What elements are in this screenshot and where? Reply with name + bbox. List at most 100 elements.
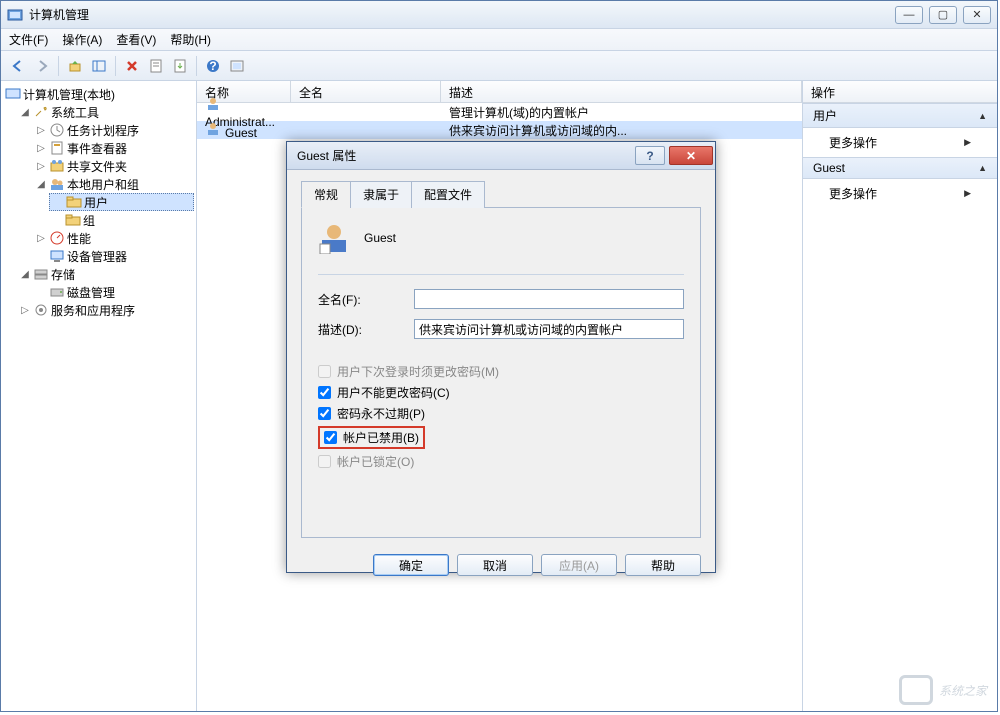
action-header: 操作 xyxy=(803,81,997,103)
window-title: 计算机管理 xyxy=(29,6,895,23)
action-group-guest[interactable]: Guest▲ xyxy=(803,157,997,179)
tree-services[interactable]: 服务和应用程序 xyxy=(51,302,135,319)
user-header: Guest xyxy=(318,222,684,254)
app-icon xyxy=(7,7,23,23)
watermark: 系统之家 xyxy=(899,675,987,705)
collapse-icon[interactable]: ◢ xyxy=(19,269,31,280)
device-icon xyxy=(49,248,65,264)
tree-groups[interactable]: 组 xyxy=(83,212,95,229)
chevron-right-icon: ▶ xyxy=(964,188,971,199)
expand-icon[interactable]: ▷ xyxy=(19,305,31,316)
description-label: 描述(D): xyxy=(318,321,404,338)
delete-button[interactable] xyxy=(121,55,143,77)
checkbox-never-expire[interactable] xyxy=(318,407,331,420)
toolbar-separator xyxy=(58,56,59,76)
action-more-guest[interactable]: 更多操作▶ xyxy=(803,179,997,208)
checkbox-must-change xyxy=(318,365,331,378)
refresh-button[interactable] xyxy=(226,55,248,77)
forward-button[interactable] xyxy=(31,55,53,77)
back-button[interactable] xyxy=(7,55,29,77)
dialog-help-button[interactable]: ? xyxy=(635,146,665,165)
computer-icon xyxy=(5,86,21,102)
action-group-users[interactable]: 用户▲ xyxy=(803,103,997,128)
up-button[interactable] xyxy=(64,55,86,77)
check-cannot-change[interactable]: 用户不能更改密码(C) xyxy=(318,384,684,401)
description-input[interactable] xyxy=(414,319,684,339)
tree-performance[interactable]: 性能 xyxy=(67,230,91,247)
toolbar: ? xyxy=(1,51,997,81)
tree-local-users[interactable]: 本地用户和组 xyxy=(67,176,139,193)
tree-device-manager[interactable]: 设备管理器 xyxy=(67,248,127,265)
menu-help[interactable]: 帮助(H) xyxy=(170,31,211,48)
tree-task-scheduler[interactable]: 任务计划程序 xyxy=(67,122,139,139)
tree-pane: 计算机管理(本地) ◢ 系统工具 ▷ 任务计划程序 ▷ 事件查看器 ▷ 共享文件夹 ◢ 本… xyxy=(1,81,197,711)
expand-icon[interactable]: ▷ xyxy=(35,125,47,136)
expand-icon[interactable]: ▷ xyxy=(35,233,47,244)
folder-icon xyxy=(65,212,81,228)
checkbox-disabled[interactable] xyxy=(324,431,337,444)
checkbox-cannot-change[interactable] xyxy=(318,386,331,399)
check-never-expire[interactable]: 密码永不过期(P) xyxy=(318,405,684,422)
action-more-users[interactable]: 更多操作▶ xyxy=(803,128,997,157)
cancel-button[interactable]: 取消 xyxy=(457,554,533,576)
tree-users[interactable]: 用户 xyxy=(84,194,108,211)
collapse-icon[interactable]: ◢ xyxy=(19,107,31,118)
dialog-title: Guest 属性 xyxy=(297,147,635,164)
dialog-close-button[interactable]: ✕ xyxy=(669,146,713,165)
properties-dialog: Guest 属性 ? ✕ 常规 隶属于 配置文件 Guest 全名(F): xyxy=(286,141,716,573)
collapse-icon: ▲ xyxy=(978,111,987,121)
clock-icon xyxy=(49,122,65,138)
disk-icon xyxy=(49,284,65,300)
check-disabled[interactable]: 帐户已禁用(B) xyxy=(324,429,419,446)
tree-disk-management[interactable]: 磁盘管理 xyxy=(67,284,115,301)
tree-storage[interactable]: 存储 xyxy=(51,266,75,283)
tab-memberof[interactable]: 隶属于 xyxy=(350,181,412,208)
menu-file[interactable]: 文件(F) xyxy=(9,31,48,48)
list-row[interactable]: Administrat... 管理计算机(域)的内置帐户 xyxy=(197,103,802,121)
watermark-text: 系统之家 xyxy=(939,682,987,699)
minimize-button[interactable]: — xyxy=(895,6,923,24)
services-icon xyxy=(33,302,49,318)
maximize-button[interactable]: ▢ xyxy=(929,6,957,24)
nav-tree[interactable]: 计算机管理(本地) ◢ 系统工具 ▷ 任务计划程序 ▷ 事件查看器 ▷ 共享文件夹 ◢ 本… xyxy=(3,85,194,319)
row-desc: 供来宾访问计算机或访问域的内... xyxy=(441,122,802,139)
help-button[interactable]: ? xyxy=(202,55,224,77)
collapse-icon[interactable]: ◢ xyxy=(35,179,47,190)
export-button[interactable] xyxy=(169,55,191,77)
tree-system-tools[interactable]: 系统工具 xyxy=(51,104,99,121)
row-name: Guest xyxy=(225,126,257,140)
properties-button[interactable] xyxy=(145,55,167,77)
tab-profile[interactable]: 配置文件 xyxy=(411,181,485,208)
close-button[interactable]: ✕ xyxy=(963,6,991,24)
collapse-icon: ▲ xyxy=(978,163,987,173)
ok-button[interactable]: 确定 xyxy=(373,554,449,576)
list-row[interactable]: Guest 供来宾访问计算机或访问域的内... xyxy=(197,121,802,139)
row-desc: 管理计算机(域)的内置帐户 xyxy=(441,104,802,121)
description-row: 描述(D): xyxy=(318,319,684,339)
tree-event-viewer[interactable]: 事件查看器 xyxy=(67,140,127,157)
tab-general[interactable]: 常规 xyxy=(301,181,351,208)
svg-text:?: ? xyxy=(209,59,216,73)
expand-icon[interactable]: ▷ xyxy=(35,143,47,154)
tree-root[interactable]: 计算机管理(本地) xyxy=(23,86,115,103)
event-icon xyxy=(49,140,65,156)
window-buttons: — ▢ ✕ xyxy=(895,6,991,24)
show-hide-tree-button[interactable] xyxy=(88,55,110,77)
menu-view[interactable]: 查看(V) xyxy=(116,31,156,48)
fullname-label: 全名(F): xyxy=(318,291,404,308)
help-button[interactable]: 帮助 xyxy=(625,554,701,576)
checkbox-locked xyxy=(318,455,331,468)
dialog-tabs: 常规 隶属于 配置文件 xyxy=(301,180,701,208)
col-desc[interactable]: 描述 xyxy=(441,81,802,102)
apply-button[interactable]: 应用(A) xyxy=(541,554,617,576)
col-fullname[interactable]: 全名 xyxy=(291,81,441,102)
dialog-buttons: 确定 取消 应用(A) 帮助 xyxy=(287,546,715,584)
tree-shared-folders[interactable]: 共享文件夹 xyxy=(67,158,127,175)
fullname-input[interactable] xyxy=(414,289,684,309)
expand-icon[interactable]: ▷ xyxy=(35,161,47,172)
watermark-logo-icon xyxy=(899,675,933,705)
check-must-change: 用户下次登录时须更改密码(M) xyxy=(318,363,684,380)
menu-action[interactable]: 操作(A) xyxy=(62,31,102,48)
chevron-right-icon: ▶ xyxy=(964,137,971,148)
folder-icon xyxy=(66,194,82,210)
